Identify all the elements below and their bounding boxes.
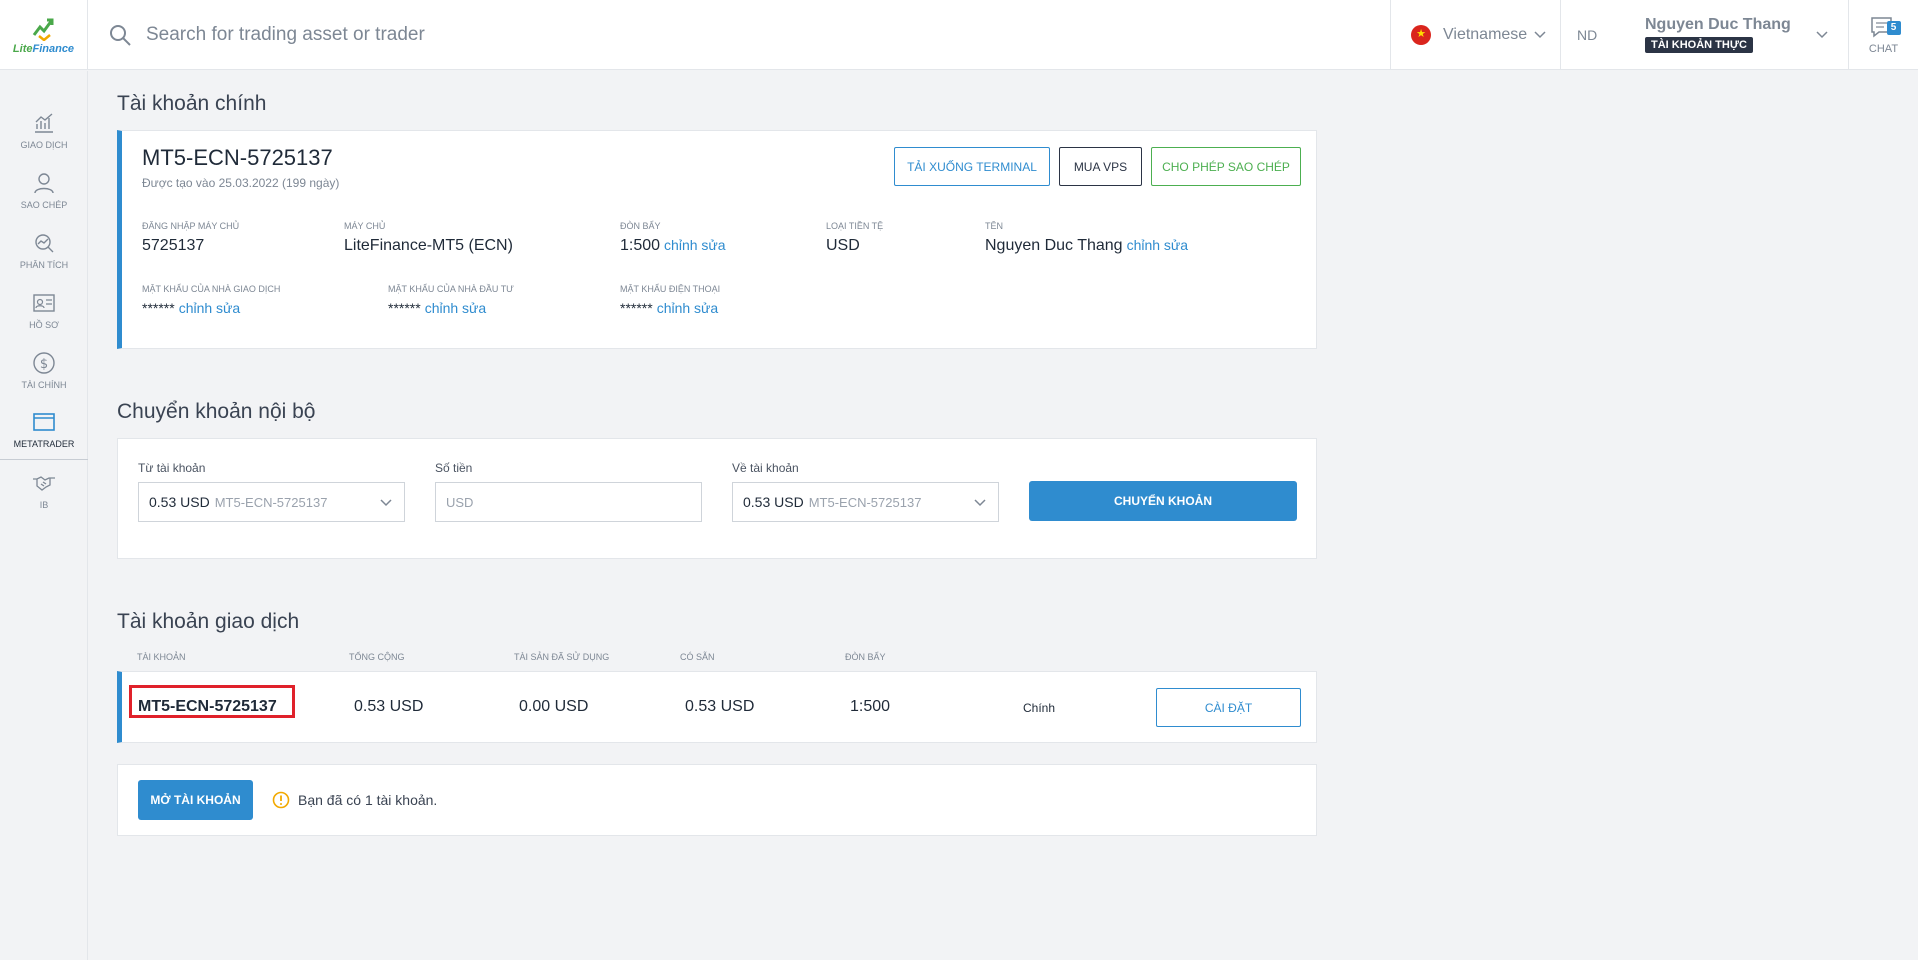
window-icon [33, 413, 55, 431]
edit-leverage-link[interactable]: chỉnh sửa [664, 237, 726, 253]
dollar-icon: $ [33, 351, 55, 374]
analysis-icon [35, 233, 54, 252]
edit-name-link[interactable]: chỉnh sửa [1127, 237, 1189, 253]
sidebar-item-label: HỒ SƠ [29, 319, 59, 330]
user-copy-icon [34, 172, 54, 193]
vietnam-flag-icon: ★ [1411, 24, 1431, 45]
column-header-used: TÀI SẢN ĐÃ SỬ DỤNG [514, 652, 610, 662]
phone-password-field: MẬT KHẨU ĐIỆN THOẠI ****** chỉnh sửa [620, 284, 721, 316]
column-header-account: TÀI KHOẢN [137, 652, 186, 662]
sidebar-item-label: SAO CHÉP [20, 199, 68, 210]
from-account-label: Từ tài khoản [138, 461, 206, 475]
holder-name-field: TÊN Nguyen Duc Thang chỉnh sửa [985, 221, 1189, 254]
chat-label: CHAT [1868, 42, 1899, 55]
column-header-available: CÓ SẴN [680, 652, 715, 662]
logo[interactable]: LiteFinance [0, 0, 88, 69]
notice-text: Bạn đã có 1 tài khoản. [298, 792, 438, 808]
column-header-total: TỔNG CỘNG [349, 652, 405, 662]
amount-label: Số tiền [435, 461, 473, 475]
chevron-down-icon [974, 499, 986, 507]
svg-text:$: $ [40, 357, 48, 372]
search-icon [110, 24, 131, 46]
search-bar [88, 0, 1390, 69]
row-type: Chính [1023, 701, 1056, 715]
handshake-icon [33, 475, 55, 491]
row-total: 0.53 USD [354, 698, 424, 715]
user-menu[interactable]: ND Nguyen Duc Thang TÀI KHOẢN THỰC [1560, 0, 1848, 69]
user-name: Nguyen Duc Thang [1645, 16, 1791, 33]
leverage-field: ĐÒN BẨY 1:500 chỉnh sửa [620, 221, 726, 254]
row-leverage: 1:500 [850, 698, 891, 715]
table-row: MT5-ECN-5725137 0.53 USD 0.00 USD 0.53 U… [117, 671, 1317, 743]
edit-phone-password-link[interactable]: chỉnh sửa [657, 300, 719, 316]
search-input[interactable] [146, 23, 746, 46]
row-used: 0.00 USD [519, 698, 589, 715]
sidebar-item-metatrader[interactable]: METATRADER [0, 400, 88, 460]
from-account-select[interactable]: 0.53 USD MT5-ECN-5725137 [138, 482, 405, 522]
to-account-label: Về tài khoản [732, 461, 799, 475]
account-notice: Bạn đã có 1 tài khoản. [272, 791, 437, 809]
account-type-badge: TÀI KHOẢN THỰC [1645, 37, 1753, 53]
edit-investor-password-link[interactable]: chỉnh sửa [425, 300, 487, 316]
account-settings-button[interactable]: CÀI ĐẶT [1156, 688, 1301, 727]
transfer-title: Chuyển khoản nội bộ [117, 400, 316, 423]
chevron-down-icon [1534, 30, 1546, 38]
chat-button[interactable]: 5 CHAT [1848, 0, 1918, 69]
buy-vps-button[interactable]: MUA VPS [1059, 147, 1142, 186]
main-account-card: MT5-ECN-5725137 Được tạo vào 25.03.2022 … [117, 130, 1317, 349]
sidebar-item-analysis[interactable]: PHÂN TÍCH [0, 220, 88, 280]
amount-input[interactable]: USD [435, 482, 702, 522]
to-account-select[interactable]: 0.53 USD MT5-ECN-5725137 [732, 482, 999, 522]
sidebar-item-trade[interactable]: GIAO DỊCH [0, 100, 88, 160]
transfer-card: Từ tài khoản 0.53 USD MT5-ECN-5725137 Số … [117, 438, 1317, 559]
trader-password-field: MẬT KHẨU CỦA NHÀ GIAO DỊCH ****** chỉnh s… [142, 284, 281, 316]
account-name: MT5-ECN-5725137 [142, 145, 333, 170]
sidebar: GIAO DỊCH SAO CHÉP PHÂN TÍCH HỒ SƠ $ TÀI… [0, 71, 88, 960]
sidebar-item-ib[interactable]: IB [0, 460, 88, 520]
warning-icon [272, 791, 290, 809]
sidebar-item-profile[interactable]: HỒ SƠ [0, 280, 88, 340]
sidebar-item-finance[interactable]: $ TÀI CHÍNH [0, 340, 88, 400]
sidebar-item-label: IB [39, 499, 49, 510]
chevron-down-icon [1816, 30, 1828, 38]
language-selector[interactable]: ★ Vietnamese [1390, 0, 1560, 69]
edit-trader-password-link[interactable]: chỉnh sửa [179, 300, 241, 316]
server-field: MÁY CHỦ LiteFinance-MT5 (ECN) [344, 221, 513, 254]
server-login-field: ĐĂNG NHẬP MÁY CHỦ 5725137 [142, 221, 240, 254]
allow-copy-button[interactable]: CHO PHÉP SAO CHÉP [1151, 147, 1301, 186]
sidebar-item-label: METATRADER [13, 439, 75, 449]
main-account-title: Tài khoản chính [117, 92, 267, 115]
column-header-leverage: ĐÒN BẨY [845, 652, 886, 662]
chart-icon [35, 112, 53, 133]
row-available: 0.53 USD [685, 698, 755, 715]
sidebar-item-label: TÀI CHÍNH [21, 379, 67, 390]
open-account-card: MỞ TÀI KHOẢN Bạn đã có 1 tài khoản. [117, 764, 1317, 836]
profile-card-icon [33, 293, 55, 312]
currency-field: LOẠI TIỀN TỆ USD [826, 221, 884, 254]
investor-password-field: MẬT KHẨU CỦA NHÀ ĐẦU TƯ ****** chỉnh sửa [388, 284, 514, 316]
chevron-down-icon [380, 499, 392, 507]
chat-count-badge: 5 [1886, 20, 1901, 35]
top-bar: LiteFinance ★ Vietnamese ND Nguyen Duc T… [0, 0, 1918, 70]
sidebar-item-label: GIAO DỊCH [20, 139, 68, 150]
trading-accounts-title: Tài khoản giao dịch [117, 610, 300, 633]
download-terminal-button[interactable]: TẢI XUỐNG TERMINAL [894, 147, 1050, 186]
logo-text: LiteFinance [12, 42, 75, 55]
open-account-button[interactable]: MỞ TÀI KHOẢN [138, 780, 253, 820]
sidebar-item-copy[interactable]: SAO CHÉP [0, 160, 88, 220]
account-created-date: Được tạo vào 25.03.2022 (199 ngày) [142, 176, 340, 190]
row-account[interactable]: MT5-ECN-5725137 [138, 698, 277, 716]
litefinance-logo-icon [32, 18, 53, 41]
sidebar-item-label: PHÂN TÍCH [19, 259, 69, 270]
language-label: Vietnamese [1443, 25, 1528, 43]
user-initials: ND [1577, 26, 1598, 43]
transfer-submit-button[interactable]: CHUYỂN KHOẢN [1029, 481, 1297, 521]
